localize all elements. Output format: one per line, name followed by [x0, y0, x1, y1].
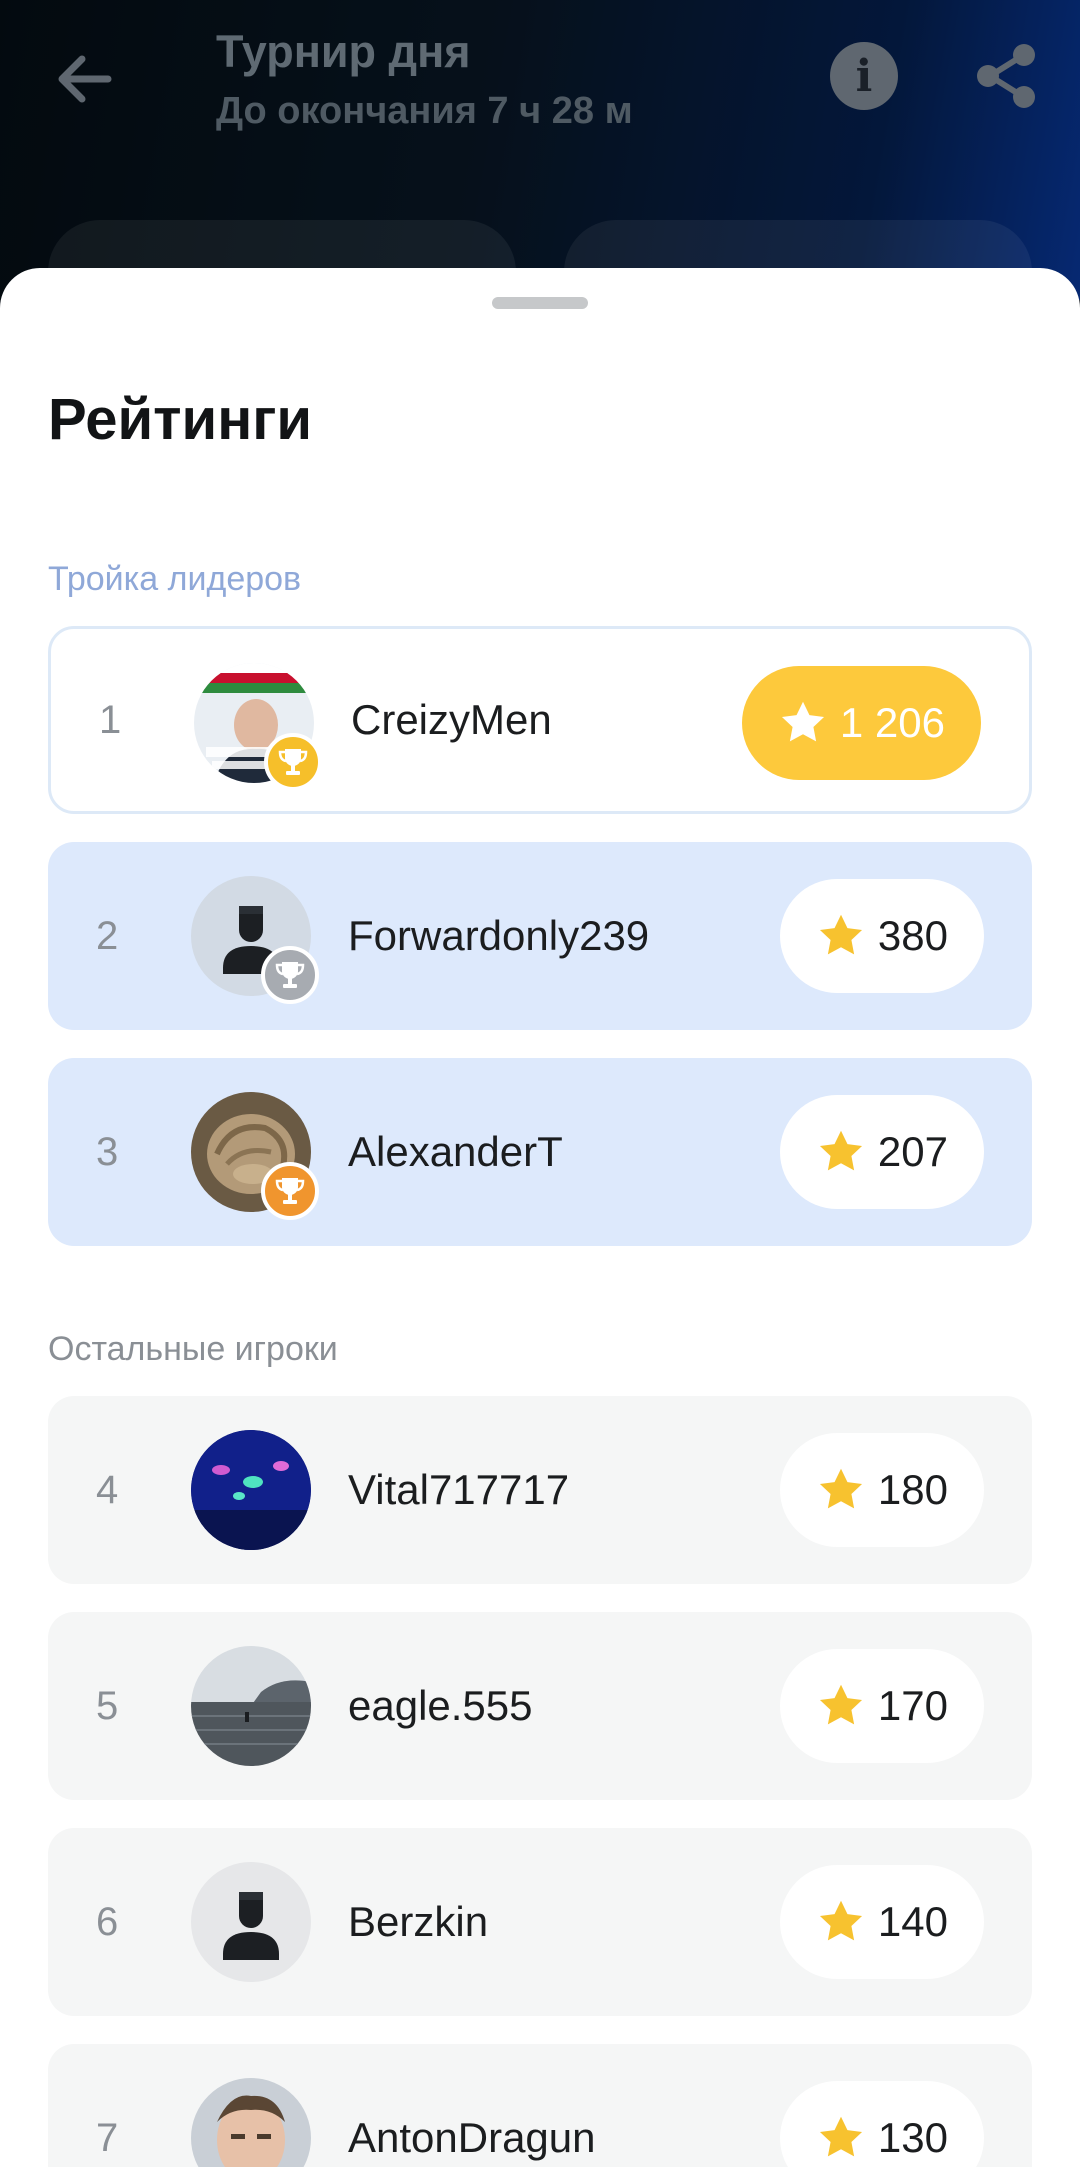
sheet-drag-handle[interactable]: [492, 297, 588, 309]
tournament-countdown: До окончания 7 ч 28 м: [216, 90, 633, 132]
user-icon: [223, 1892, 279, 1960]
score-pill: 380: [779, 879, 984, 993]
score-value: 380: [877, 912, 948, 959]
trophy-badge-silver: [261, 946, 319, 1004]
avatar: [191, 1646, 311, 1766]
leader-row[interactable]: 1 CreizyMen 1 206: [48, 626, 1032, 814]
score-pill: 140: [779, 1865, 984, 1979]
player-name: AntonDragun: [348, 2114, 596, 2161]
trophy-badge-bronze: [261, 1162, 319, 1220]
score-value: 130: [877, 2114, 948, 2161]
info-icon: i: [855, 51, 873, 102]
arrow-left-icon: [58, 55, 112, 103]
leaders-section-label: Тройка лидеров: [48, 560, 302, 598]
star-icon: [781, 701, 824, 742]
share-button[interactable]: [970, 40, 1042, 112]
ratings-sheet: Рейтинги Тройка лидеров 1 CreizyMen 1 20…: [0, 268, 1080, 2167]
score-pill: 130: [779, 2081, 984, 2167]
sheet-title: Рейтинги: [48, 387, 313, 452]
player-name: AlexanderT: [348, 1128, 563, 1175]
score-value: 170: [877, 1682, 948, 1729]
player-row[interactable]: 5 eagle.555 170: [48, 1612, 1032, 1800]
star-icon: [819, 1468, 862, 1509]
trophy-icon: [275, 1178, 305, 1204]
star-icon: [819, 1684, 862, 1725]
player-name: Forwardonly239: [348, 912, 650, 959]
score-value: 1 206: [839, 699, 945, 746]
rank-number: 3: [96, 1129, 119, 1174]
avatar: [191, 1430, 311, 1550]
back-button[interactable]: [50, 44, 120, 114]
rank-number: 2: [96, 913, 119, 958]
player-name: Berzkin: [348, 1898, 489, 1945]
player-name: eagle.555: [348, 1682, 533, 1729]
star-icon: [819, 1900, 862, 1941]
score-pill: 1 206: [741, 666, 981, 780]
others-section-label: Остальные игроки: [48, 1330, 338, 1368]
player-row[interactable]: 6 Berzkin 140: [48, 1828, 1032, 2016]
rank-number: 7: [96, 2115, 119, 2160]
score-value: 140: [877, 1898, 948, 1945]
rank-number: 1: [99, 697, 122, 742]
avatar-placeholder: [191, 1862, 311, 1982]
star-icon: [819, 914, 862, 955]
rank-number: 6: [96, 1899, 119, 1944]
trophy-icon: [275, 962, 305, 988]
avatar: [191, 2078, 311, 2167]
rank-number: 4: [96, 1467, 119, 1512]
player-name: Vital717717: [348, 1466, 570, 1513]
score-pill: 180: [779, 1433, 984, 1547]
trophy-badge-gold: [264, 733, 322, 791]
score-pill: 207: [779, 1095, 984, 1209]
leader-row[interactable]: 3 AlexanderT 207: [48, 1058, 1032, 1246]
app-header-background: Турнир дня До окончания 7 ч 28 м i: [0, 0, 1080, 340]
tournament-title: Турнир дня: [216, 26, 471, 77]
player-row[interactable]: 7 AntonDragun 130: [48, 2044, 1032, 2167]
score-pill: 170: [779, 1649, 984, 1763]
star-icon: [819, 2116, 862, 2157]
star-icon: [819, 1130, 862, 1171]
share-icon: [977, 44, 1035, 108]
score-value: 180: [877, 1466, 948, 1513]
player-row[interactable]: 4 Vital717717 180: [48, 1396, 1032, 1584]
rank-number: 5: [96, 1683, 119, 1728]
info-button[interactable]: i: [830, 42, 898, 110]
player-name: CreizyMen: [351, 696, 552, 743]
score-value: 207: [877, 1128, 948, 1175]
trophy-icon: [278, 749, 308, 775]
leader-row[interactable]: 2 Forwardonly239 380: [48, 842, 1032, 1030]
